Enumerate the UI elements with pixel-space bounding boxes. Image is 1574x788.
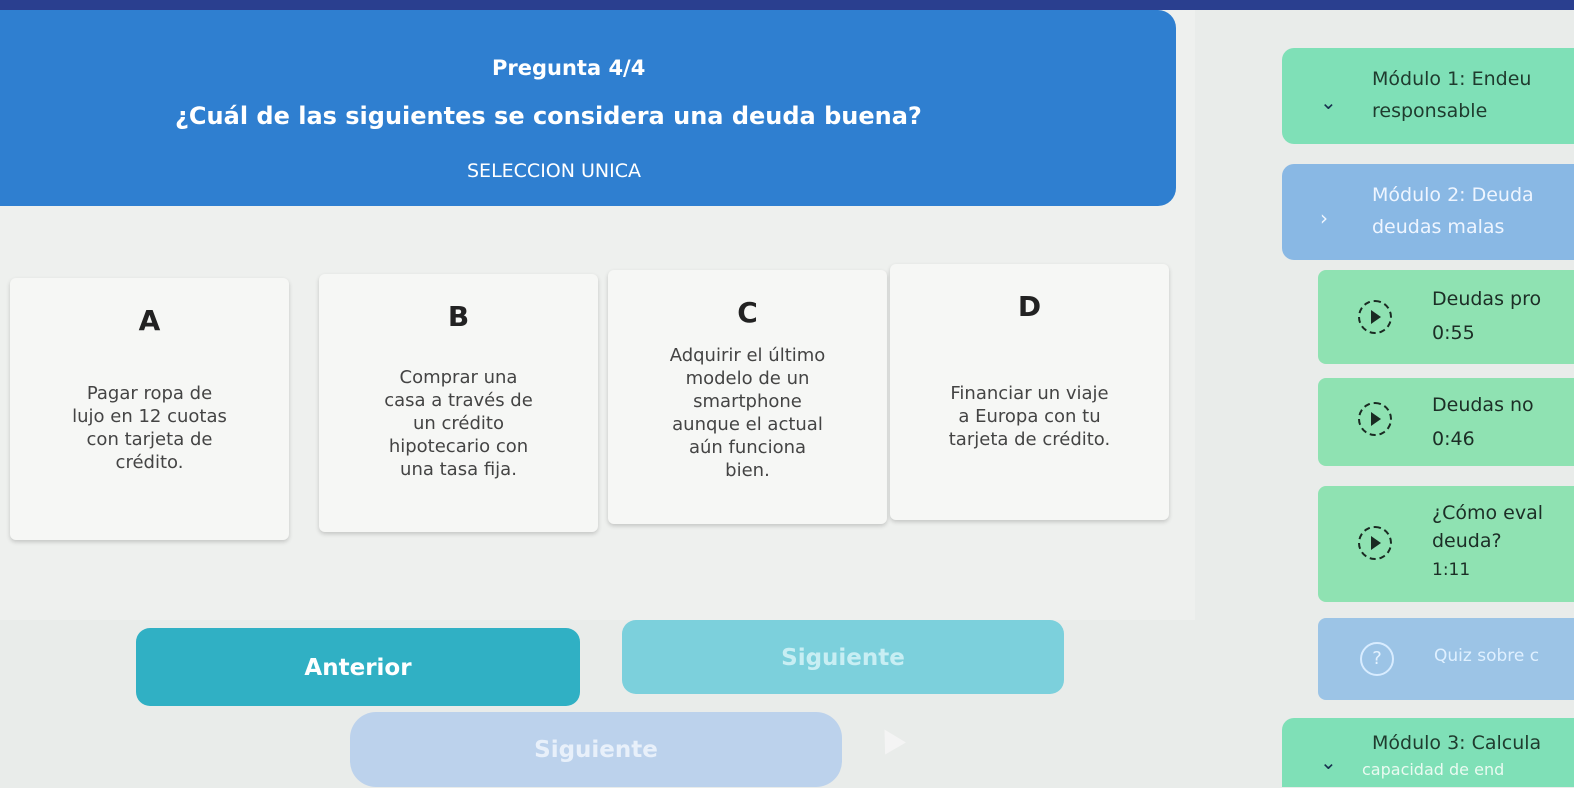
lesson-title: ¿Cómo eval: [1432, 502, 1544, 524]
option-letter: C: [737, 296, 758, 329]
play-icon: [1358, 526, 1392, 560]
module-subtitle: deudas malas: [1372, 216, 1505, 238]
next-button[interactable]: Siguiente: [622, 620, 1064, 694]
lesson-title: Deudas pro: [1432, 288, 1542, 310]
play-icon: [1358, 402, 1392, 436]
question-type: SELECCION UNICA: [467, 160, 641, 182]
option-d-card[interactable]: D Financiar un viaje a Europa con tu tar…: [890, 264, 1169, 520]
option-c-card[interactable]: C Adquirir el último modelo de un smartp…: [608, 270, 887, 524]
lesson-duration: 0:46: [1432, 428, 1475, 450]
module-subtitle: capacidad de end: [1362, 760, 1505, 779]
lesson-duration: 1:11: [1432, 560, 1471, 580]
option-text: Financiar un viaje a Europa con tu tarje…: [948, 383, 1111, 450]
module-title: Módulo 2: Deuda: [1372, 184, 1534, 206]
module-1-item[interactable]: ⌄ Módulo 1: Endeu responsable: [1282, 48, 1574, 144]
chevron-down-icon: ⌄: [1320, 750, 1337, 774]
quiz-item[interactable]: ? Quiz sobre c: [1318, 618, 1574, 700]
mouse-cursor-icon: [874, 723, 906, 755]
chevron-down-icon: ⌄: [1320, 90, 1337, 114]
question-mark-icon: ?: [1360, 642, 1394, 676]
module-title: Módulo 1: Endeu: [1372, 68, 1532, 90]
module-2-item[interactable]: › Módulo 2: Deuda deudas malas: [1282, 164, 1574, 260]
top-bar: [0, 0, 1574, 10]
play-icon: [1358, 300, 1392, 334]
next-button-lower[interactable]: Siguiente: [350, 712, 842, 787]
option-letter: A: [138, 304, 161, 337]
option-text: Comprar una casa a través de un crédito …: [384, 367, 533, 480]
quiz-label: Quiz sobre c: [1434, 646, 1540, 666]
option-a-card[interactable]: A Pagar ropa de lujo en 12 cuotas con ta…: [10, 278, 289, 540]
lesson-title-line2: deuda?: [1432, 530, 1502, 552]
lesson-item[interactable]: Deudas no 0:46: [1318, 378, 1574, 466]
option-b-card[interactable]: B Comprar una casa a través de un crédit…: [319, 274, 598, 532]
lesson-title: Deudas no: [1432, 394, 1534, 416]
option-letter: D: [1017, 290, 1042, 323]
previous-button[interactable]: Anterior: [136, 628, 580, 706]
question-banner: Pregunta 4/4 ¿Cuál de las siguientes se …: [0, 10, 1176, 206]
module-3-item[interactable]: ⌄ Módulo 3: Calcula capacidad de end: [1282, 718, 1574, 787]
option-letter: B: [447, 300, 470, 333]
module-subtitle: responsable: [1372, 100, 1488, 122]
lesson-duration: 0:55: [1432, 322, 1475, 344]
lesson-item[interactable]: ¿Cómo eval deuda? 1:11: [1318, 486, 1574, 602]
question-counter: Pregunta 4/4: [492, 56, 646, 80]
question-text: ¿Cuál de las siguientes se considera una…: [175, 102, 922, 130]
option-text: Pagar ropa de lujo en 12 cuotas con tarj…: [72, 383, 227, 473]
option-text: Adquirir el último modelo de un smartpho…: [669, 345, 826, 481]
chevron-right-icon: ›: [1320, 206, 1328, 230]
module-title: Módulo 3: Calcula: [1372, 732, 1542, 754]
lesson-item[interactable]: Deudas pro 0:55: [1318, 270, 1574, 364]
